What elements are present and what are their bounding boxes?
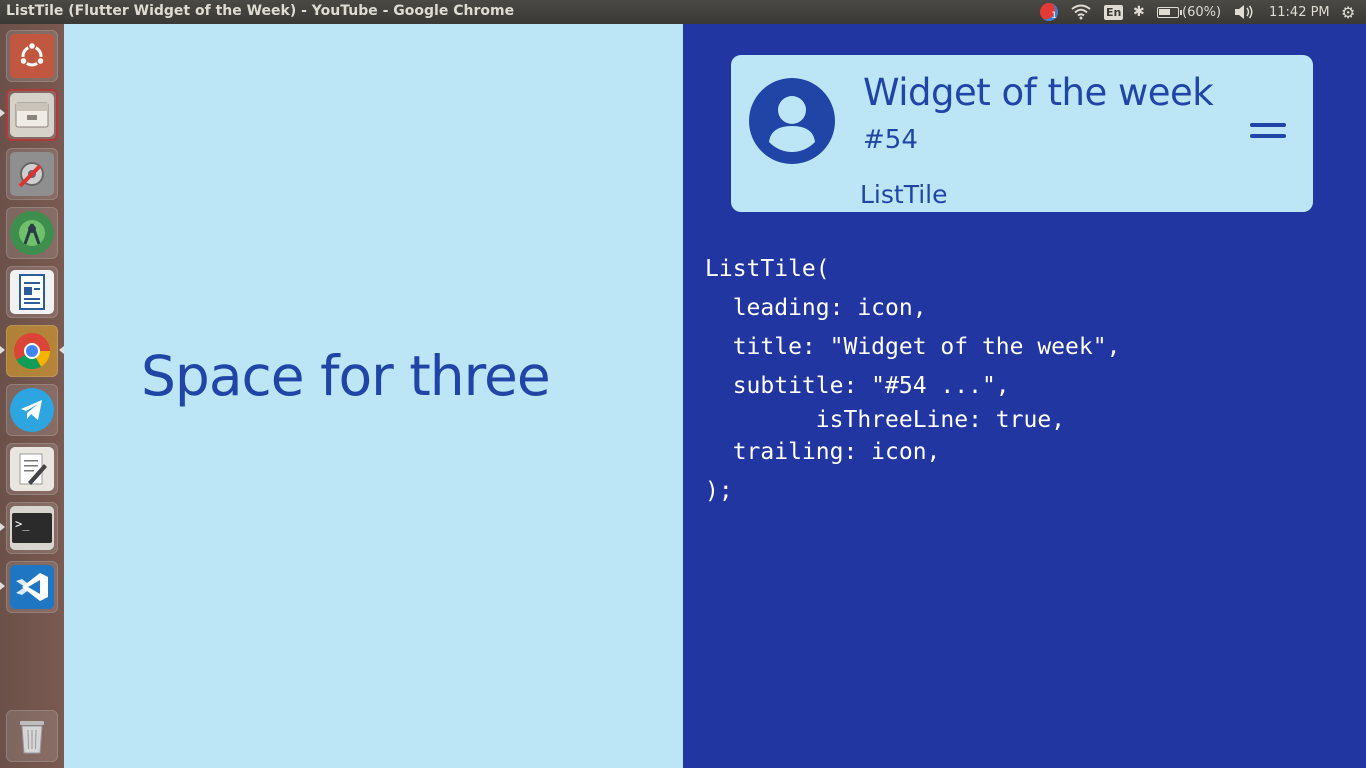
ubuntu-dash-icon [10, 34, 54, 78]
launcher: >_ [0, 24, 64, 768]
libreoffice-writer-icon [10, 270, 54, 314]
code-line: ); [705, 478, 733, 504]
code-line: subtitle: "#54 ...", [705, 373, 1010, 399]
volume-indicator[interactable] [1234, 0, 1254, 24]
google-chrome-icon [10, 329, 54, 373]
slide-left-pane: Space for three [64, 24, 683, 768]
trash-icon [10, 714, 54, 758]
list-tile-subtitle: #54 [863, 125, 918, 155]
terminal-icon: >_ [10, 506, 54, 550]
system-settings-icon [10, 152, 54, 196]
telegram-icon [10, 388, 54, 432]
wifi-indicator[interactable] [1071, 0, 1091, 24]
account-circle-icon [749, 78, 835, 164]
battery-indicator[interactable]: (60%) [1157, 0, 1221, 24]
gear-icon: ⚙ [1341, 2, 1356, 22]
drag-handle-icon [1250, 123, 1286, 139]
keyboard-layout-indicator[interactable]: En [1104, 0, 1124, 24]
volume-icon [1235, 5, 1253, 19]
list-tile-third-line: ListTile [860, 180, 948, 209]
code-line: title: "Widget of the week", [705, 334, 1121, 360]
launcher-item-writer[interactable] [6, 266, 58, 318]
battery-percent: (60%) [1182, 4, 1222, 20]
launcher-item-files[interactable] [6, 89, 58, 141]
launcher-item-settings[interactable] [6, 148, 58, 200]
video-player[interactable]: Space for three Widget of the week #54 L… [64, 24, 1366, 768]
top-panel: ListTile (Flutter Widget of the Week) - … [0, 0, 1366, 24]
vscode-icon [10, 565, 54, 609]
wifi-icon [1071, 4, 1091, 20]
running-indicator [0, 346, 5, 354]
running-indicator [0, 109, 5, 117]
launcher-item-dash[interactable] [6, 30, 58, 82]
launcher-item-text-editor[interactable] [6, 443, 58, 495]
launcher-item-terminal[interactable]: >_ [6, 502, 58, 554]
code-line: ListTile( [705, 256, 830, 282]
android-studio-icon [10, 211, 54, 255]
launcher-item-android-studio[interactable] [6, 207, 58, 259]
list-tile-title: Widget of the week [863, 71, 1214, 114]
clock-time: 11:42 PM [1269, 4, 1330, 20]
launcher-item-trash[interactable] [6, 710, 58, 762]
notification-icon: 1 [1040, 3, 1058, 21]
window-title: ListTile (Flutter Widget of the Week) - … [6, 3, 515, 19]
bluetooth-icon: ✱ [1133, 4, 1145, 20]
notification-indicator[interactable]: 1 [1040, 0, 1058, 24]
list-tile-preview: Widget of the week #54 ListTile [731, 55, 1313, 212]
code-line: isThreeLine: true, [705, 407, 1066, 433]
battery-icon [1157, 6, 1182, 18]
launcher-item-telegram[interactable] [6, 384, 58, 436]
launcher-item-chrome[interactable] [6, 325, 58, 377]
text-editor-icon [10, 447, 54, 491]
code-block: ListTile( leading: icon, title: "Widget … [705, 256, 1120, 504]
code-line: leading: icon, [705, 295, 927, 321]
notification-count: 1 [1051, 11, 1057, 21]
keyboard-layout-label: En [1104, 4, 1124, 20]
running-indicator [0, 523, 5, 531]
bluetooth-indicator[interactable]: ✱ [1133, 0, 1145, 24]
session-menu[interactable]: ⚙ [1341, 0, 1355, 24]
code-line: trailing: icon, [705, 439, 941, 465]
slide-right-pane: Widget of the week #54 ListTile ListTile… [683, 24, 1366, 768]
slide-heading: Space for three [141, 344, 551, 408]
launcher-item-vscode[interactable] [6, 561, 58, 613]
clock[interactable]: 11:42 PM [1269, 0, 1330, 24]
running-indicator [0, 582, 5, 590]
file-manager-icon [10, 93, 54, 137]
